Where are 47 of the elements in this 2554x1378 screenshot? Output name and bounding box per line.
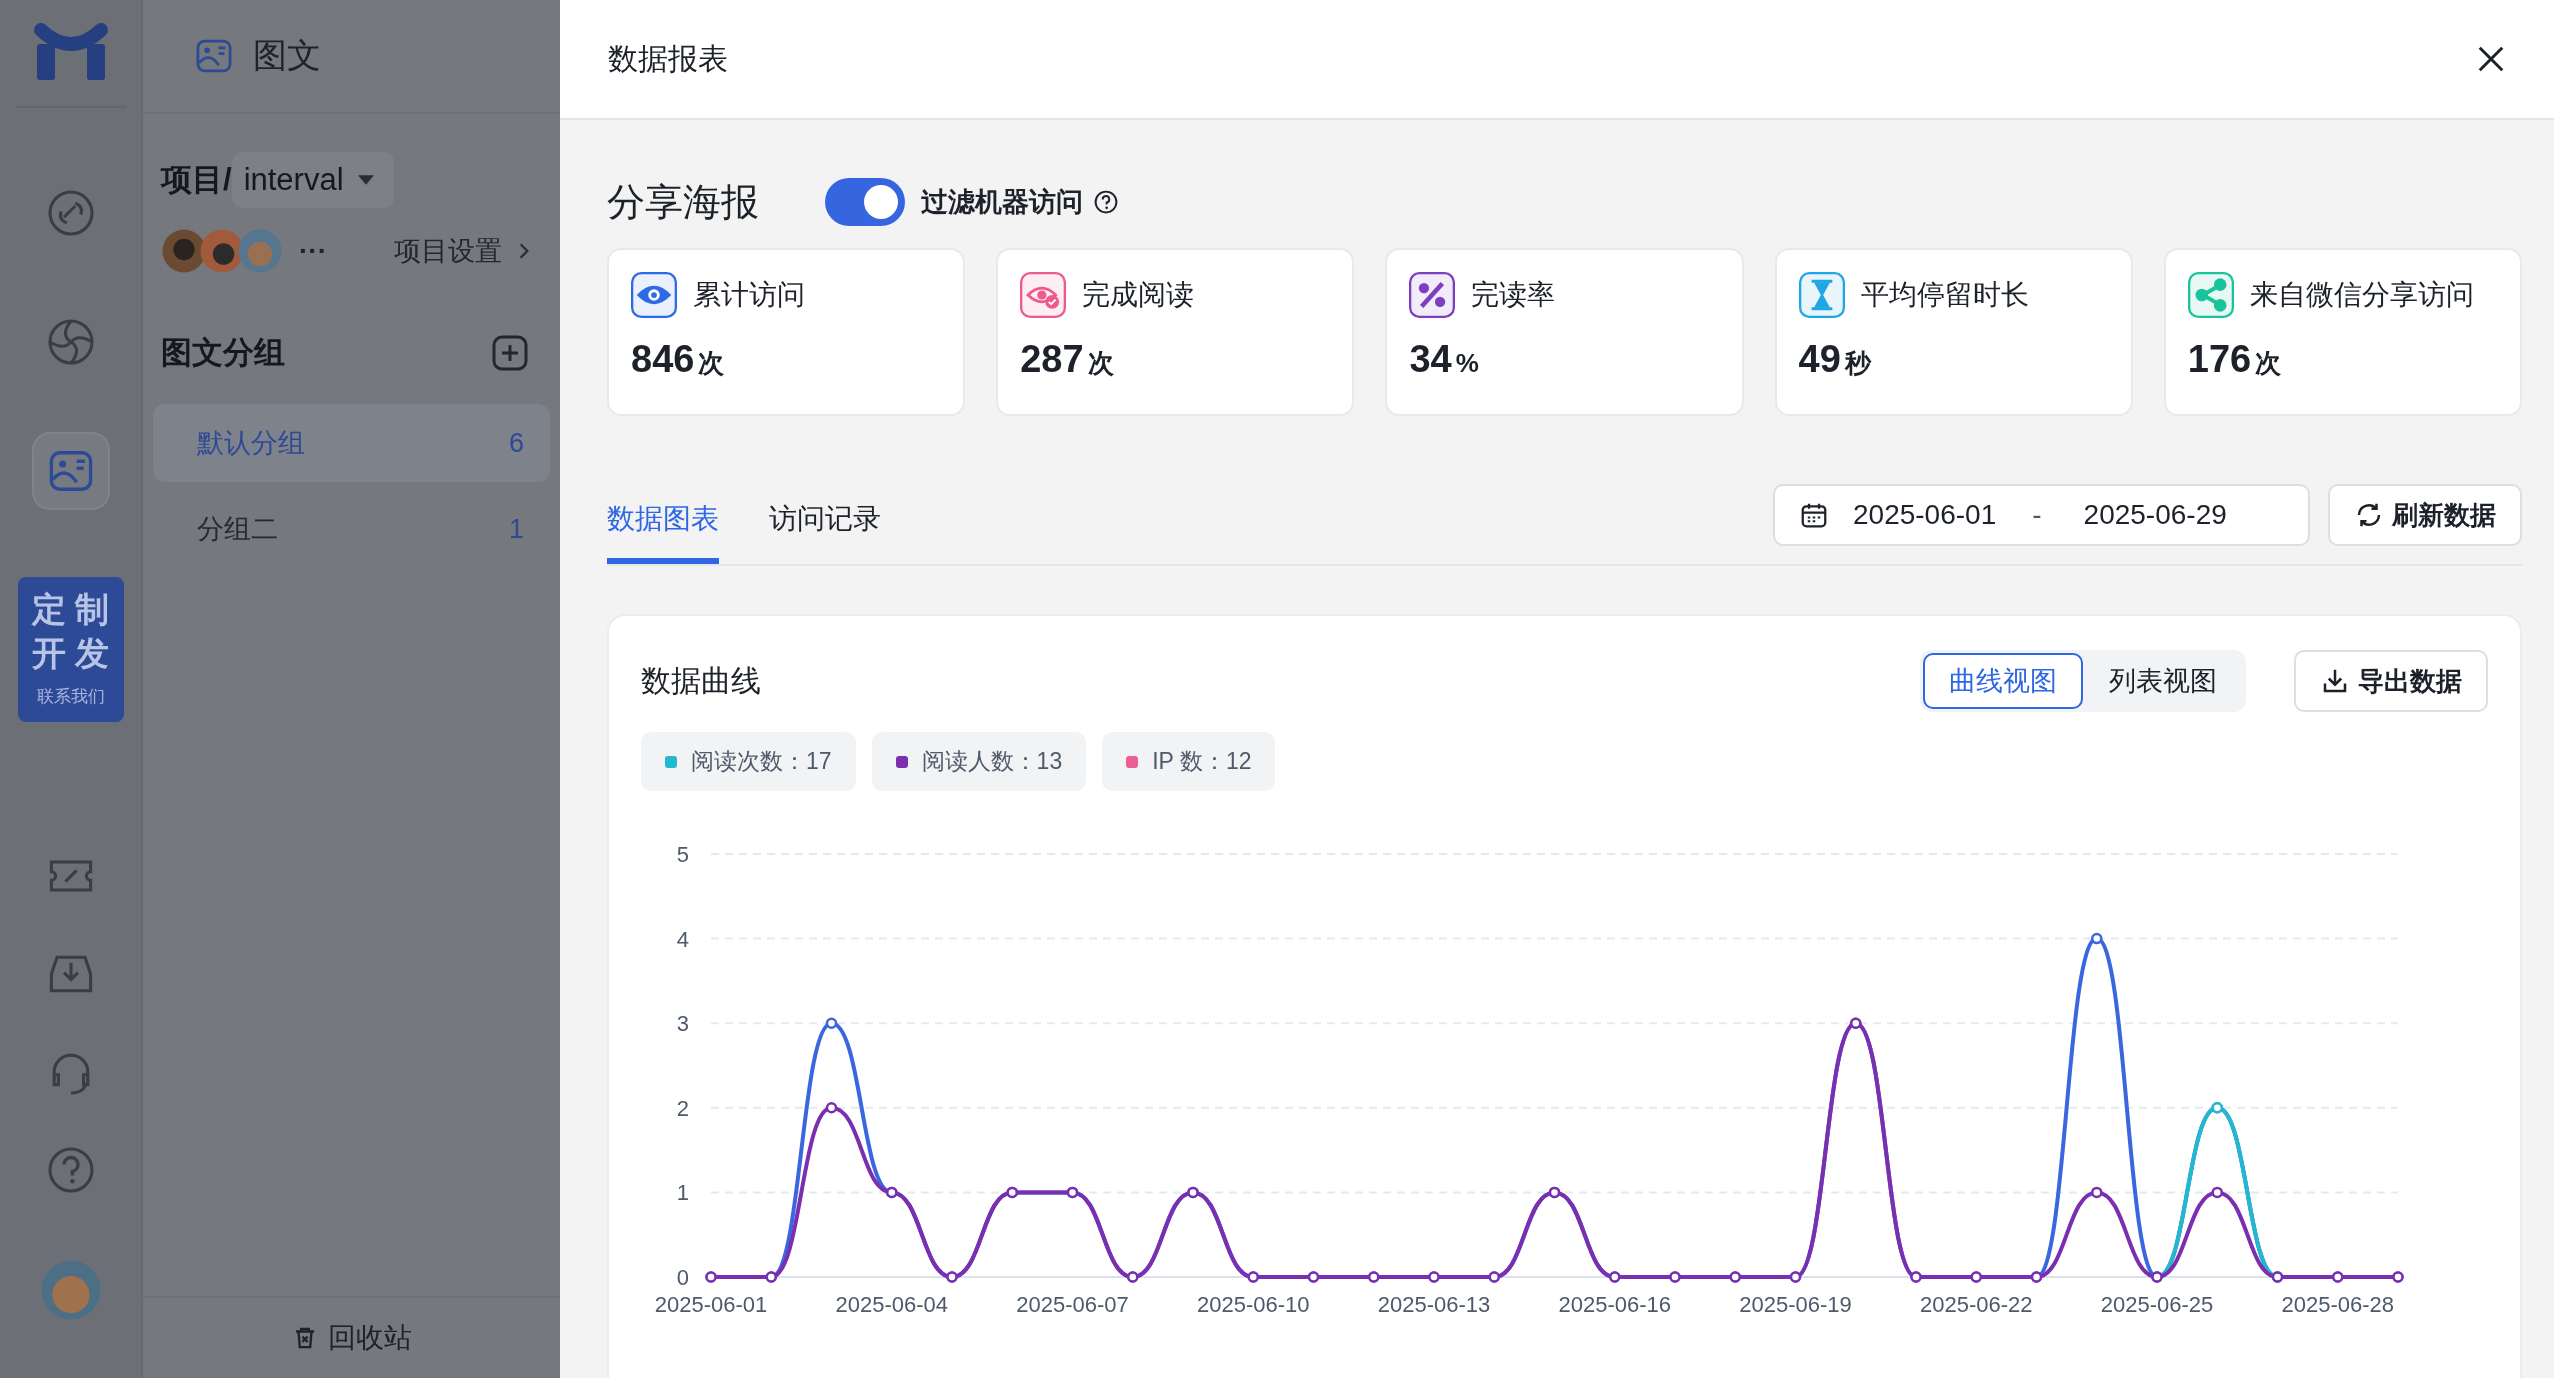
end-date: 2025-06-29 — [2083, 499, 2227, 531]
stat-unit: 次 — [1087, 347, 1114, 380]
drawer-title: 数据报表 — [608, 40, 728, 77]
legend-label: IP 数：12 — [1152, 747, 1252, 776]
stat-label: 来自微信分享访问 — [2249, 278, 2474, 312]
x-tick-label: 2025-06-13 — [1377, 1292, 1491, 1317]
stat-value: 49 — [1798, 338, 1841, 381]
x-tick-label: 2025-06-22 — [1920, 1292, 2033, 1317]
x-tick-label: 2025-06-01 — [654, 1292, 768, 1317]
promo-title: 定 制 — [31, 589, 110, 630]
y-tick-label: 1 — [676, 1180, 689, 1206]
x-tick-label: 2025-06-16 — [1558, 1292, 1671, 1317]
filter-label: 过滤机器访问 — [921, 186, 1083, 219]
stat-value: 34 — [1409, 338, 1452, 381]
x-tick-label: 2025-06-19 — [1739, 1292, 1852, 1317]
x-tick-label: 2025-06-04 — [835, 1292, 948, 1317]
stat-label: 平均停留时长 — [1860, 278, 2029, 312]
stat-unit: 秒 — [1844, 347, 1871, 380]
stat-label: 累计访问 — [693, 278, 805, 312]
y-tick-label: 5 — [676, 842, 689, 867]
x-tick-label: 2025-06-10 — [1197, 1292, 1310, 1317]
panel-title: 图文 — [253, 35, 321, 76]
stat-label: 完成阅读 — [1082, 278, 1195, 312]
section-title: 分享海报 — [607, 179, 759, 225]
y-tick-label: 3 — [676, 1011, 689, 1037]
y-tick-label: 4 — [676, 926, 689, 952]
stat-unit: % — [1455, 348, 1479, 379]
groups-title: 图文分组 — [161, 334, 285, 372]
start-date: 2025-06-01 — [1853, 499, 1997, 531]
stat-unit: 次 — [698, 347, 725, 380]
stat-value: 287 — [1020, 338, 1084, 381]
project-label: 项目/ — [161, 161, 232, 199]
stat-value: 846 — [631, 338, 695, 381]
x-tick-label: 2025-06-28 — [2281, 1292, 2394, 1317]
chart-title: 数据曲线 — [641, 662, 761, 699]
legend-label: 阅读人数：13 — [921, 747, 1063, 776]
stat-label: 完读率 — [1471, 278, 1556, 312]
legend-label: 阅读次数：17 — [691, 747, 832, 776]
promo-subtitle: 联系我们 — [36, 686, 105, 708]
x-tick-label: 2025-06-25 — [2100, 1292, 2214, 1317]
date-separator: - — [2032, 499, 2042, 531]
y-tick-label: 0 — [676, 1265, 689, 1290]
promo-title: 开 发 — [31, 633, 110, 674]
x-tick-label: 2025-06-07 — [1016, 1292, 1129, 1317]
stat-value: 176 — [2187, 338, 2252, 381]
stat-unit: 次 — [2255, 347, 2282, 380]
y-tick-label: 2 — [676, 1095, 689, 1121]
